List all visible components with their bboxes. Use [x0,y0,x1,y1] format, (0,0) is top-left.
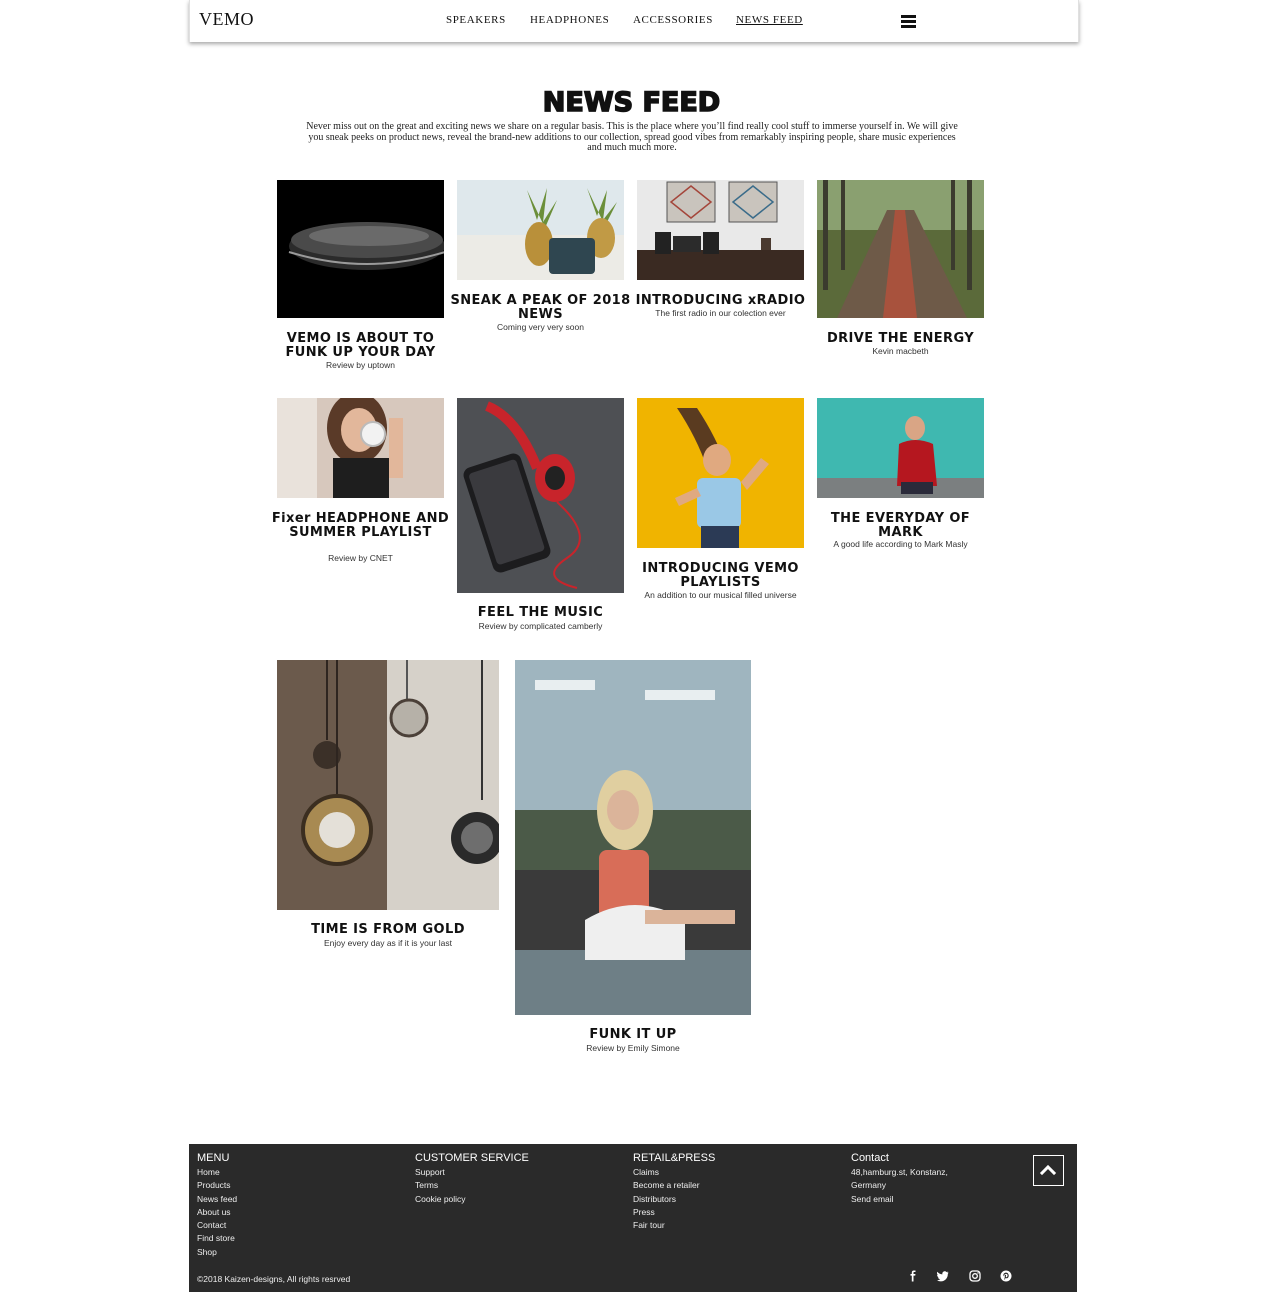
footer-link-fair-tour[interactable]: Fair tour [633,1219,715,1232]
radio-image[interactable] [637,180,804,280]
footer-link-press[interactable]: Press [633,1206,715,1219]
card-title[interactable]: THE EVERYDAY OF MARK [807,512,994,539]
nav-accessories[interactable]: ACCESSORIES [633,14,713,26]
footer-link-products[interactable]: Products [197,1179,237,1192]
footer-menu-column: MENU Home Products News feed About us Co… [197,1152,237,1259]
red-headphones-image[interactable] [457,398,624,593]
nav-headphones[interactable]: HEADPHONES [530,14,609,26]
footer-retail-press-column: RETAIL&PRESS Claims Become a retailer Di… [633,1152,715,1232]
card-title[interactable]: VEMO IS ABOUT TO FUNK UP YOUR DAY [267,332,454,359]
chevron-up-icon [1039,1164,1057,1176]
news-card[interactable]: DRIVE THE ENERGY Kevin macbeth [817,180,984,360]
footer-link-distributors[interactable]: Distributors [633,1193,715,1206]
intro-text: Never miss out on the great and exciting… [306,121,958,153]
footer-link-send-email[interactable]: Send email [851,1193,948,1206]
twitter-icon[interactable] [937,1270,949,1282]
footer-heading: MENU [197,1152,230,1164]
card-title[interactable]: FEEL THE MUSIC [447,606,634,620]
news-card[interactable]: INTRODUCING VEMO PLAYLISTS An addition t… [637,398,804,608]
news-card[interactable]: FUNK IT UP Review by Emily Simone [515,660,751,1060]
footer-link-news-feed[interactable]: News feed [197,1193,237,1206]
back-to-top-button[interactable] [1033,1155,1064,1186]
copyright-text: ©2018 Kaizen-designs, All rights resrved [197,1274,351,1284]
forest-road-image[interactable] [817,180,984,318]
instagram-icon[interactable] [969,1270,981,1282]
card-subtitle: Kevin macbeth [872,346,929,356]
card-subtitle: Coming very very soon [497,322,584,332]
facebook-icon[interactable] [907,1270,919,1282]
footer-link-support[interactable]: Support [415,1166,529,1179]
dancing-girl-image[interactable] [637,398,804,548]
card-title[interactable]: TIME IS FROM GOLD [267,923,509,937]
news-card[interactable]: THE EVERYDAY OF MARK A good life accordi… [817,398,984,558]
pineapple-beach-image[interactable] [457,180,624,280]
footer-link-become-retailer[interactable]: Become a retailer [633,1179,715,1192]
footer-heading: RETAIL&PRESS [633,1152,716,1164]
footer-link-about-us[interactable]: About us [197,1206,237,1219]
footer-link-find-store[interactable]: Find store [197,1232,237,1245]
footer-contact-column: Contact 48,hamburg.st, Konstanz, Germany… [851,1152,948,1206]
main-nav: SPEAKERS HEADPHONES ACCESSORIES NEWS FEE… [190,14,1078,30]
news-card[interactable]: FEEL THE MUSIC Review by complicated cam… [457,398,624,638]
card-title[interactable]: INTRODUCING xRADIO [627,294,814,308]
card-subtitle: Review by complicated camberly [478,621,603,631]
footer-link-home[interactable]: Home [197,1166,237,1179]
card-subtitle: An addition to our musical filled univer… [644,590,797,600]
speaker-image[interactable] [277,180,444,318]
girl-chair-image[interactable] [515,660,751,1015]
card-subtitle: The first radio in our colection ever [655,308,786,318]
card-subtitle: A good life according to Mark Masly [833,539,968,549]
news-card[interactable]: TIME IS FROM GOLD Enjoy every day as if … [277,660,499,960]
footer-link-cookie-policy[interactable]: Cookie policy [415,1193,529,1206]
footer-link-shop[interactable]: Shop [197,1246,237,1259]
card-subtitle: Review by uptown [326,360,395,370]
card-title[interactable]: INTRODUCING VEMO PLAYLISTS [627,562,814,589]
footer-heading: Contact [851,1152,889,1164]
site-header: VEMO SPEAKERS HEADPHONES ACCESSORIES NEW… [189,0,1079,42]
site-footer: MENU Home Products News feed About us Co… [189,1144,1077,1292]
card-title[interactable]: SNEAK A PEAK OF 2018 NEWS [447,294,634,321]
card-title[interactable]: Fixer HEADPHONE AND SUMMER PLAYLIST [267,512,454,539]
headphone-girl-image[interactable] [277,398,444,498]
footer-link-claims[interactable]: Claims [633,1166,715,1179]
card-subtitle: Enjoy every day as if it is your last [323,938,453,948]
page-title: NEWS FEED [542,86,721,119]
footer-customer-service-column: CUSTOMER SERVICE Support Terms Cookie po… [415,1152,529,1206]
footer-address-country: Germany [851,1180,886,1191]
card-title[interactable]: FUNK IT UP [505,1028,761,1042]
news-card[interactable]: Fixer HEADPHONE AND SUMMER PLAYLIST Revi… [272,398,449,568]
card-subtitle: Review by CNET [328,553,393,563]
news-card[interactable]: SNEAK A PEAK OF 2018 NEWS Coming very ve… [450,180,630,340]
footer-heading: CUSTOMER SERVICE [415,1152,529,1164]
news-card[interactable]: VEMO IS ABOUT TO FUNK UP YOUR DAY Review… [277,180,444,380]
nav-speakers[interactable]: SPEAKERS [446,14,506,26]
card-subtitle: Review by Emily Simone [586,1043,680,1053]
smiling-man-image[interactable] [817,398,984,498]
card-title[interactable]: DRIVE THE ENERGY [807,332,994,346]
pinterest-icon[interactable] [1000,1270,1012,1282]
footer-address-line: 48,hamburg.st, Konstanz, [851,1167,948,1177]
nav-news-feed[interactable]: NEWS FEED [736,14,803,26]
footer-link-contact[interactable]: Contact [197,1219,237,1232]
footer-link-terms[interactable]: Terms [415,1179,529,1192]
news-card[interactable]: INTRODUCING xRADIO The first radio in ou… [636,180,805,330]
hamburger-icon[interactable] [901,15,916,28]
pocket-watches-image[interactable] [277,660,499,910]
